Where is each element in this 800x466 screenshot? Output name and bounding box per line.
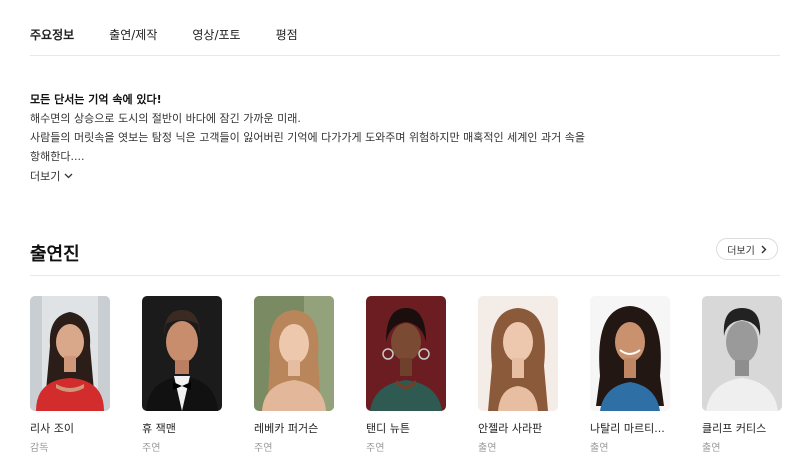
portrait-man-grayscale-icon: [702, 296, 782, 411]
cast-role: 출연: [702, 443, 721, 454]
cast-role: 감독: [30, 443, 49, 454]
cast-card[interactable]: 클리프 커티스 출연: [702, 296, 782, 454]
chevron-right-icon: [761, 245, 767, 253]
tab-divider: [30, 55, 780, 56]
tab-cast-crew[interactable]: 출연/제작: [109, 26, 157, 46]
tab-main-info[interactable]: 주요정보: [30, 26, 74, 46]
synopsis-line: 항해한다....: [30, 150, 85, 163]
chevron-down-icon: [64, 173, 73, 179]
portrait-woman-earrings-icon: [366, 296, 446, 411]
portrait-man-tuxedo-icon: [142, 296, 222, 411]
cast-card[interactable]: 레베카 퍼거슨 주연: [254, 296, 334, 454]
cast-card[interactable]: 리사 조이 감독: [30, 296, 110, 454]
cast-name: 클리프 커티스: [702, 422, 767, 435]
cast-section-title: 출연진: [30, 244, 80, 265]
portrait-woman-dark-hair-red-dress-icon: [30, 296, 110, 411]
cast-more-button[interactable]: 더보기: [716, 238, 778, 260]
cast-name: 나탈리 마르티...: [590, 422, 665, 435]
cast-name: 리사 조이: [30, 422, 74, 435]
cast-name: 안젤라 사라판: [478, 422, 543, 435]
cast-card[interactable]: 나탈리 마르티... 출연: [590, 296, 670, 454]
portrait-woman-blonde-icon: [254, 296, 334, 411]
synopsis-line: 사람들의 머릿속을 엿보는 탐정 닉은 고객들이 잃어버린 기억에 다가가게 도…: [30, 131, 585, 144]
synopsis-headline: 모든 단서는 기억 속에 있다!: [30, 93, 162, 106]
movie-detail-panel: 주요정보 출연/제작 영상/포토 평점 모든 단서는 기억 속에 있다! 해수면…: [0, 0, 800, 466]
synopsis-line: 해수면의 상승으로 도시의 절반이 바다에 잠긴 가까운 미래.: [30, 112, 301, 125]
cast-divider: [30, 275, 780, 276]
cast-role: 주연: [142, 443, 161, 454]
cast-list: 리사 조이 감독 휴 잭맨 주연 레베카 퍼거슨 주연 탠디 뉴튼 주연 안젤라…: [30, 296, 782, 454]
cast-role: 출연: [478, 443, 497, 454]
cast-card[interactable]: 안젤라 사라판 출연: [478, 296, 558, 454]
cast-name: 레베카 퍼거슨: [254, 422, 319, 435]
portrait-woman-long-brown-hair-icon: [478, 296, 558, 411]
cast-card[interactable]: 휴 잭맨 주연: [142, 296, 222, 454]
cast-name: 탠디 뉴튼: [366, 422, 410, 435]
synopsis: 모든 단서는 기억 속에 있다! 해수면의 상승으로 도시의 절반이 바다에 잠…: [30, 90, 680, 166]
tab-video-photo[interactable]: 영상/포토: [192, 26, 240, 46]
tab-rating[interactable]: 평점: [276, 26, 298, 46]
tab-bar: 주요정보 출연/제작 영상/포토 평점: [30, 26, 333, 46]
portrait-woman-curly-hair-icon: [590, 296, 670, 411]
cast-name: 휴 잭맨: [142, 422, 176, 435]
cast-role: 주연: [254, 443, 273, 454]
cast-role: 주연: [366, 443, 385, 454]
cast-card[interactable]: 탠디 뉴튼 주연: [366, 296, 446, 454]
cast-role: 출연: [590, 443, 609, 454]
synopsis-more-label: 더보기: [30, 170, 61, 183]
cast-more-label: 더보기: [727, 245, 755, 257]
synopsis-more-button[interactable]: 더보기: [30, 168, 73, 184]
